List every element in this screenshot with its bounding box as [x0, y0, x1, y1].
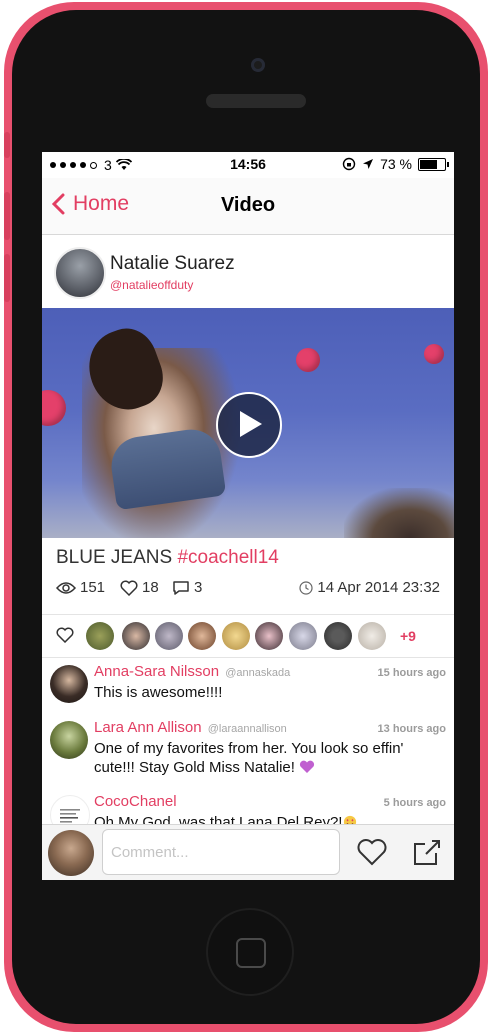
author-name[interactable]: Natalie Suarez [110, 253, 235, 275]
author-handle[interactable]: @natalieoffduty [110, 278, 193, 292]
text-logo-icon [60, 809, 80, 823]
commenter-avatar[interactable] [50, 665, 88, 703]
play-button[interactable] [216, 392, 282, 458]
views-count: 151 [80, 579, 106, 596]
liker-avatar[interactable] [86, 622, 114, 650]
liker-avatar[interactable] [155, 622, 183, 650]
views-stat: 151 [56, 579, 105, 596]
post-stats: 151 18 3 14 Apr 2014 23:32 [56, 577, 440, 601]
caption-text: BLUE JEANS [56, 547, 178, 568]
comment-item: CocoChanel 5 hours ago Oh My God, was th… [42, 791, 454, 827]
volume-up-button [4, 192, 10, 240]
battery-icon [418, 157, 449, 171]
video-player[interactable] [42, 308, 454, 538]
balloon-image [296, 348, 320, 372]
comments-stat[interactable]: 3 [172, 579, 202, 596]
rotation-lock-icon [342, 157, 356, 171]
comment-time: 13 hours ago [377, 723, 446, 735]
home-square-icon [236, 938, 266, 968]
balloon-image [42, 390, 66, 426]
play-icon [240, 411, 262, 437]
author-avatar[interactable] [54, 247, 106, 299]
post-author[interactable]: Natalie Suarez @natalieoffduty [42, 235, 454, 307]
earpiece-speaker [206, 94, 306, 108]
like-heart-icon[interactable] [56, 627, 74, 643]
battery-percentage: 73 % [380, 156, 412, 172]
comment-item: Anna-Sara Nilsson @annaskada 15 hours ag… [42, 661, 454, 713]
liker-avatar[interactable] [289, 622, 317, 650]
comment-text: This is awesome!!!! [94, 684, 223, 701]
heart-outline-icon[interactable] [356, 837, 388, 867]
share-icon[interactable] [412, 837, 442, 867]
location-arrow-icon [363, 159, 374, 169]
comment-item: Lara Ann Allison @laraannallison 13 hour… [42, 717, 454, 787]
likes-count: 18 [142, 579, 159, 596]
comment-bubble-icon [173, 580, 189, 595]
eye-icon [56, 581, 76, 594]
liker-avatar[interactable] [358, 622, 386, 650]
navigation-bar: Home Video [42, 178, 454, 235]
home-button[interactable] [206, 908, 294, 996]
comment-input[interactable] [102, 829, 340, 875]
heart-outline-icon [120, 580, 138, 596]
clock-icon [299, 580, 313, 595]
liker-avatar[interactable] [188, 622, 216, 650]
commenter-avatar[interactable] [50, 795, 90, 827]
video-crowd-image [344, 488, 454, 538]
comment-composer [42, 824, 454, 880]
comment-time: 15 hours ago [377, 667, 446, 679]
more-likers-count[interactable]: +9 [400, 628, 416, 644]
front-camera [251, 58, 265, 72]
likers-row: +9 [42, 614, 454, 658]
balloon-image [424, 344, 444, 364]
liker-avatar[interactable] [222, 622, 250, 650]
liker-avatar[interactable] [324, 622, 352, 650]
comment-text: One of my favorites from her. You look s… [94, 740, 404, 776]
commenter-name[interactable]: CocoChanel [94, 793, 177, 810]
page-title: Video [220, 194, 276, 216]
liker-avatar[interactable] [255, 622, 283, 650]
purple-heart-emoji-icon [300, 760, 315, 773]
volume-down-button [4, 254, 10, 302]
mute-switch [4, 132, 10, 158]
commenter-handle: @laraannallison [207, 723, 287, 735]
comments-list: Anna-Sara Nilsson @annaskada 15 hours ag… [42, 657, 454, 827]
comment-time: 5 hours ago [383, 797, 446, 809]
commenter-handle: @annaskada [225, 667, 291, 679]
commenter-name[interactable]: Lara Ann Allison @laraannallison [94, 719, 287, 736]
liker-avatar[interactable] [122, 622, 150, 650]
status-bar: 3 14:56 73 % [42, 152, 454, 178]
commenter-name[interactable]: Anna-Sara Nilsson @annaskada [94, 663, 290, 680]
commenter-avatar[interactable] [50, 721, 88, 759]
post-date-text: 14 Apr 2014 23:32 [317, 579, 440, 596]
post-date: 14 Apr 2014 23:32 [299, 579, 440, 596]
current-user-avatar [48, 830, 94, 876]
post-caption: BLUE JEANS #coachell14 [56, 547, 279, 569]
comments-count: 3 [194, 579, 203, 596]
caption-hashtag[interactable]: #coachell14 [177, 547, 278, 568]
likes-stat[interactable]: 18 [120, 579, 159, 596]
app-screen: 3 14:56 73 % Home Video Natalie Suarez @… [42, 152, 454, 880]
